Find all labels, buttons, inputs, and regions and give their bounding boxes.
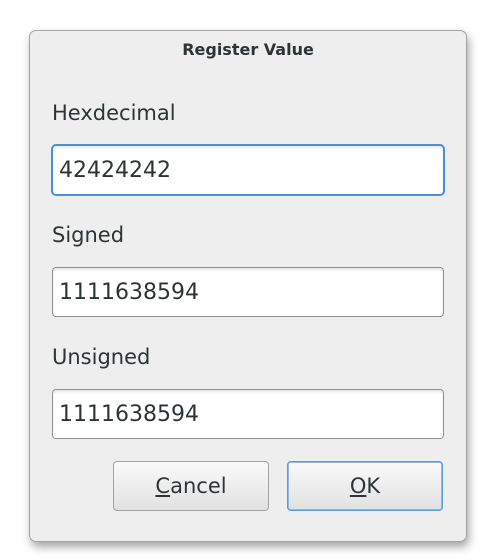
dialog-title: Register Value [182, 40, 314, 59]
ok-mnemonic: O [349, 474, 367, 498]
hex-input[interactable] [52, 145, 444, 195]
hex-label: Hexdecimal [52, 101, 176, 125]
unsigned-input[interactable] [52, 389, 444, 439]
ok-label-rest: K [366, 474, 381, 498]
unsigned-label: Unsigned [52, 345, 151, 369]
cancel-button[interactable]: Cancel [113, 461, 269, 511]
signed-input[interactable] [52, 267, 444, 317]
signed-label: Signed [52, 223, 125, 247]
cancel-mnemonic: C [155, 474, 171, 498]
cancel-label-rest: ancel [170, 474, 227, 498]
register-value-dialog: Register Value Hexdecimal Signed Unsigne… [29, 30, 467, 542]
ok-button[interactable]: OK [287, 461, 443, 511]
